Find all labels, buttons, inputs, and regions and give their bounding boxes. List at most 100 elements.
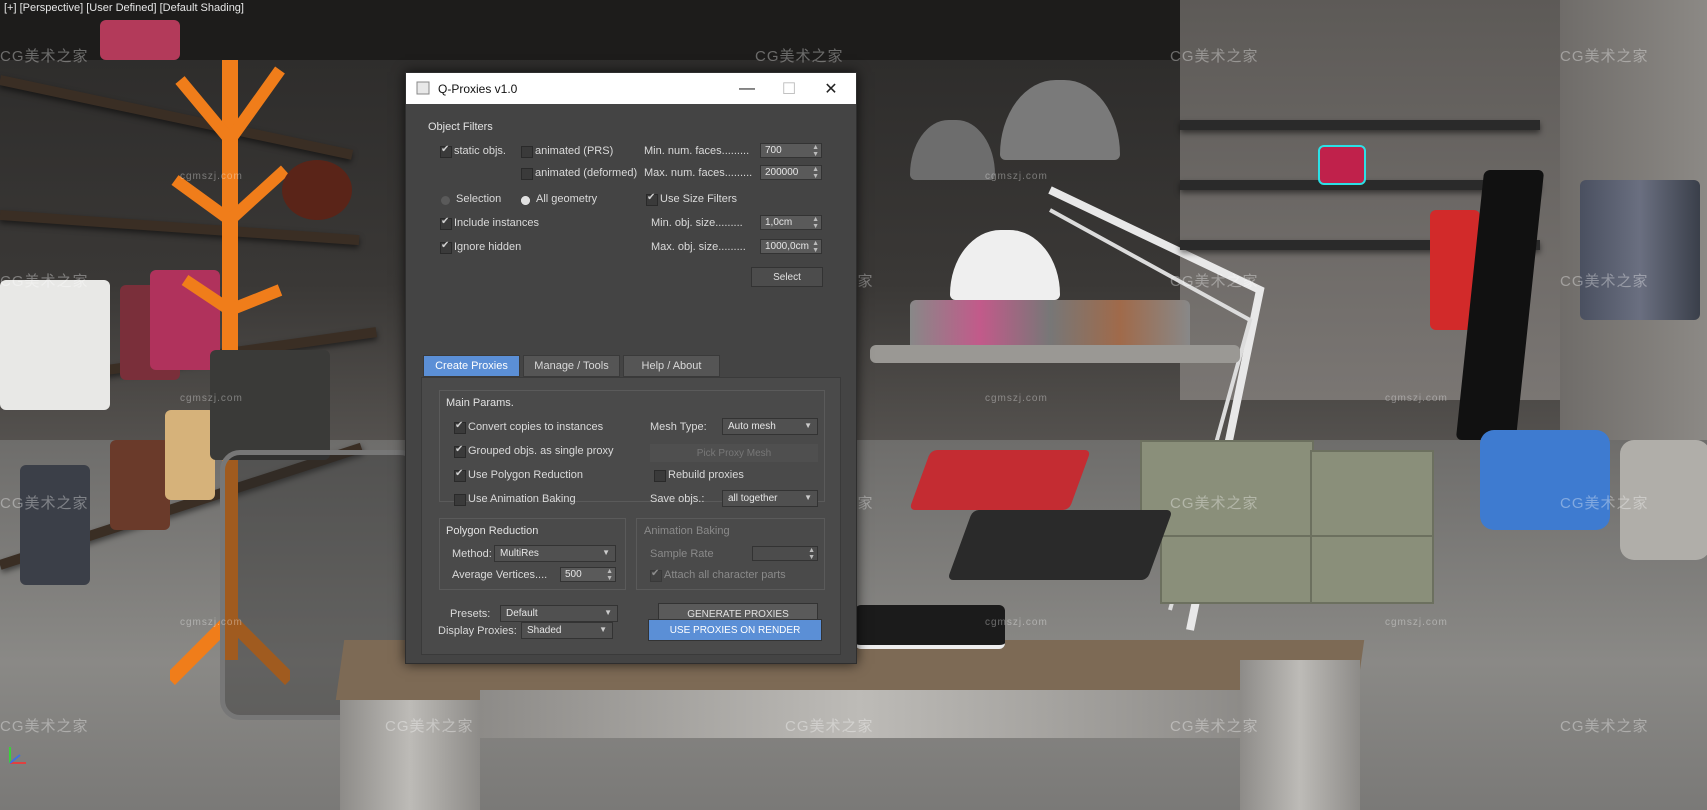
tab-manage-tools[interactable]: Manage / Tools	[523, 355, 620, 377]
watermark-url: cgmszj.com	[985, 617, 1048, 628]
pick-proxy-mesh-button[interactable]: Pick Proxy Mesh	[650, 444, 818, 462]
shoes	[947, 510, 1173, 580]
spinner-arrows-icon[interactable]: ▲ ▼	[812, 144, 819, 158]
watermark: CG美术之家	[0, 718, 89, 735]
minimize-button[interactable]: —	[726, 73, 768, 104]
dialog-titlebar[interactable]: Q-Proxies v1.0 — ☐ ✕	[406, 73, 856, 104]
min-faces-label: Min. num. faces.........	[644, 145, 750, 157]
watermark: CG美术之家	[1560, 495, 1649, 512]
watermark: CG美术之家	[0, 48, 89, 65]
selection-radio[interactable]	[441, 196, 450, 205]
select-button[interactable]: Select	[751, 267, 823, 287]
display-proxies-dropdown[interactable]: Shaded ▼	[521, 622, 613, 639]
spinner-arrows-icon[interactable]: ▲ ▼	[606, 568, 613, 582]
neon-bag-sign	[1318, 145, 1366, 185]
handbag	[100, 20, 180, 60]
spinner-arrows-icon[interactable]: ▲ ▼	[812, 240, 819, 254]
watermark-url: cgmszj.com	[985, 171, 1048, 182]
chevron-down-icon: ▼	[804, 493, 812, 502]
avg-vertices-spinner[interactable]: 500 ▲ ▼	[560, 567, 616, 582]
mesh-type-label: Mesh Type:	[650, 421, 707, 433]
use-polygon-reduction-checkbox[interactable]	[454, 468, 466, 482]
save-objs-label: Save objs.:	[650, 493, 705, 505]
max-faces-spinner[interactable]: 200000 ▲ ▼	[760, 165, 822, 180]
presets-dropdown[interactable]: Default ▼	[500, 605, 618, 622]
spinner-arrows-icon[interactable]: ▲ ▼	[808, 547, 815, 561]
dialog-title: Q-Proxies v1.0	[438, 82, 518, 96]
handbag	[210, 350, 330, 460]
blue-pouf	[1480, 430, 1610, 530]
chevron-down-icon: ▼	[599, 625, 607, 634]
avg-vertices-value: 500	[565, 569, 582, 580]
method-dropdown[interactable]: MultiRes ▼	[494, 545, 616, 562]
chevron-down-icon: ▼	[804, 421, 812, 430]
min-faces-spinner[interactable]: 700 ▲ ▼	[760, 143, 822, 158]
use-polygon-reduction-label: Use Polygon Reduction	[468, 469, 583, 481]
right-shelf	[1180, 120, 1540, 130]
use-animation-baking-checkbox[interactable]	[454, 494, 466, 506]
polygon-reduction-title: Polygon Reduction	[446, 525, 539, 537]
q-proxies-dialog[interactable]: Q-Proxies v1.0 — ☐ ✕ Object Filters stat…	[405, 72, 857, 664]
max-obj-size-spinner[interactable]: 1000,0cm ▲ ▼	[760, 239, 822, 254]
watermark: CG美术之家	[1170, 718, 1259, 735]
min-obj-size-spinner[interactable]: 1,0cm ▲ ▼	[760, 215, 822, 230]
attach-all-checkbox[interactable]	[650, 568, 662, 582]
sample-rate-spinner[interactable]: ▲ ▼	[752, 546, 818, 561]
watermark: CG美术之家	[1560, 718, 1649, 735]
watermark-url: cgmszj.com	[1385, 393, 1448, 404]
min-obj-size-value: 1,0cm	[765, 217, 793, 228]
spinner-arrows-icon[interactable]: ▲ ▼	[812, 166, 819, 180]
use-proxies-on-render-button[interactable]: USE PROXIES ON RENDER	[648, 619, 822, 641]
static-objs-checkbox[interactable]	[440, 144, 452, 158]
watermark: CG美术之家	[0, 495, 89, 512]
close-button[interactable]: ✕	[810, 73, 852, 104]
tab-create-proxies[interactable]: Create Proxies	[423, 355, 520, 377]
watermark-url: cgmszj.com	[985, 393, 1048, 404]
grouped-objs-label: Grouped objs. as single proxy	[468, 445, 614, 457]
use-size-filters-checkbox[interactable]	[646, 192, 658, 206]
convert-copies-checbox[interactable]	[454, 420, 466, 434]
ignore-hidden-checkbox[interactable]	[440, 240, 452, 254]
use-animation-baking-label: Use Animation Baking	[468, 493, 576, 505]
avg-vertices-label: Average Vertices....	[452, 569, 548, 581]
viewport-label[interactable]: [+] [Perspective] [User Defined] [Defaul…	[4, 2, 244, 14]
all-geometry-radio[interactable]	[521, 196, 530, 205]
shoe-display-table	[870, 345, 1240, 363]
include-instances-label: Include instances	[454, 217, 539, 229]
save-objs-dropdown[interactable]: all together ▼	[722, 490, 818, 507]
animated-deformed-checkbox[interactable]	[521, 168, 533, 180]
animation-baking-title: Animation Baking	[644, 525, 730, 537]
presets-label: Presets:	[450, 608, 491, 620]
book	[855, 605, 1005, 649]
display-proxies-value: Shaded	[527, 625, 562, 636]
handbag	[0, 280, 110, 410]
ignore-hidden-label: Ignore hidden	[454, 241, 522, 253]
hat	[282, 160, 352, 220]
rebuild-proxies-label: Rebuild proxies	[668, 469, 744, 481]
create-proxies-panel: Main Params. Convert copies to instances…	[421, 377, 841, 655]
chevron-down-icon: ▼	[604, 608, 612, 617]
shoes	[909, 450, 1091, 510]
grouped-objs-checkbox[interactable]	[454, 444, 466, 458]
watermark: CG美术之家	[1170, 48, 1259, 65]
mesh-type-value: Auto mesh	[728, 421, 776, 432]
wooden-crate	[1310, 450, 1434, 539]
method-label: Method:	[452, 548, 492, 560]
rebuild-proxies-checkbox[interactable]	[654, 470, 666, 482]
max-faces-label: Max. num. faces.........	[644, 167, 753, 179]
pendant-lamp	[1000, 80, 1120, 160]
animated-deformed-label: animated (deformed)	[535, 167, 638, 179]
tab-help-about[interactable]: Help / About	[623, 355, 720, 377]
watermark: CG美术之家	[1170, 273, 1259, 290]
watermark: CG美术之家	[1560, 273, 1649, 290]
include-instances-checkbox[interactable]	[440, 216, 452, 230]
method-value: MultiRes	[500, 548, 539, 559]
min-faces-value: 700	[765, 145, 782, 156]
watermark: CG美术之家	[0, 273, 89, 290]
animated-prs-checkbox[interactable]	[521, 146, 533, 158]
maximize-button[interactable]: ☐	[768, 73, 810, 104]
mesh-type-dropdown[interactable]: Auto mesh ▼	[722, 418, 818, 435]
spinner-arrows-icon[interactable]: ▲ ▼	[812, 216, 819, 230]
watermark-url: cgmszj.com	[180, 171, 243, 182]
sample-rate-label: Sample Rate	[650, 548, 714, 560]
